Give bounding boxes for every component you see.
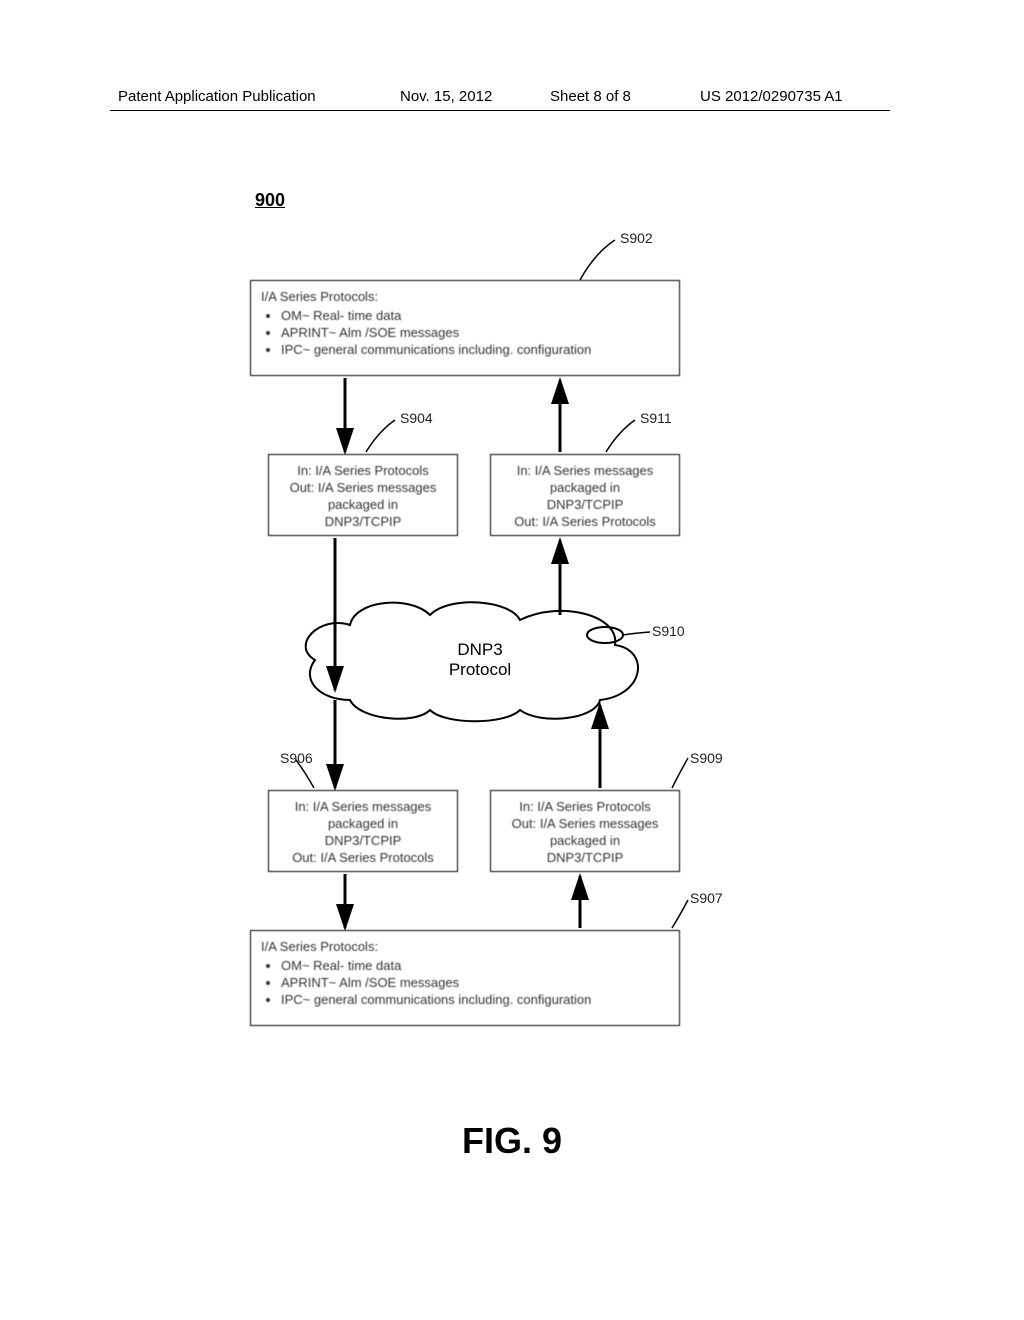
callout-s906: S906 [280, 750, 313, 766]
box-s904-l1: In: I/A Series Protocols [279, 463, 447, 480]
callout-s907: S907 [690, 890, 723, 906]
header-app-pub: Patent Application Publication [118, 88, 316, 105]
box-s911: In: I/A Series messages packaged in DNP3… [490, 454, 680, 536]
header-pubno: US 2012/0290735 A1 [700, 88, 843, 105]
box-s907-item: APRINT~ Alm /SOE messages [281, 975, 669, 992]
box-s904: In: I/A Series Protocols Out: I/A Series… [268, 454, 458, 536]
box-s902-title: I/A Series Protocols: [261, 289, 669, 306]
box-s907-item: OM~ Real- time data [281, 958, 669, 975]
box-s909: In: I/A Series Protocols Out: I/A Series… [490, 790, 680, 872]
box-s909-l4: DNP3/TCPIP [501, 850, 669, 867]
box-s906: In: I/A Series messages packaged in DNP3… [268, 790, 458, 872]
box-s902: I/A Series Protocols: OM~ Real- time dat… [250, 280, 680, 376]
box-s909-l2: Out: I/A Series messages [501, 816, 669, 833]
cloud-l1: DNP3 [420, 640, 540, 660]
callout-s911: S911 [640, 410, 672, 426]
box-s902-item: OM~ Real- time data [281, 308, 669, 325]
box-s907-item: IPC~ general communications including. c… [281, 992, 669, 1009]
cloud-dnp3: DNP3 Protocol [420, 640, 540, 681]
box-s911-l2: packaged in [501, 480, 669, 497]
box-s906-l3: DNP3/TCPIP [279, 833, 447, 850]
callout-s909: S909 [690, 750, 723, 766]
box-s907: I/A Series Protocols: OM~ Real- time dat… [250, 930, 680, 1026]
box-s904-l4: DNP3/TCPIP [279, 514, 447, 531]
box-s906-l4: Out: I/A Series Protocols [279, 850, 447, 867]
box-s904-l2: Out: I/A Series messages [279, 480, 447, 497]
box-s909-l1: In: I/A Series Protocols [501, 799, 669, 816]
callout-s902: S902 [620, 230, 653, 246]
header-date: Nov. 15, 2012 [400, 88, 492, 105]
box-s906-l2: packaged in [279, 816, 447, 833]
callout-s904: S904 [400, 410, 433, 426]
box-s911-l4: Out: I/A Series Protocols [501, 514, 669, 531]
box-s902-item: IPC~ general communications including. c… [281, 342, 669, 359]
box-s907-title: I/A Series Protocols: [261, 939, 669, 956]
box-s906-l1: In: I/A Series messages [279, 799, 447, 816]
header-sheet: Sheet 8 of 8 [550, 88, 631, 105]
box-s909-l3: packaged in [501, 833, 669, 850]
figure-caption: FIG. 9 [0, 1120, 1024, 1162]
cloud-l2: Protocol [420, 660, 540, 680]
figure-ref-number: 900 [255, 190, 285, 211]
box-s911-l3: DNP3/TCPIP [501, 497, 669, 514]
box-s911-l1: In: I/A Series messages [501, 463, 669, 480]
header-rule [110, 110, 890, 111]
callout-s910: S910 [652, 623, 685, 639]
box-s904-l3: packaged in [279, 497, 447, 514]
box-s902-item: APRINT~ Alm /SOE messages [281, 325, 669, 342]
